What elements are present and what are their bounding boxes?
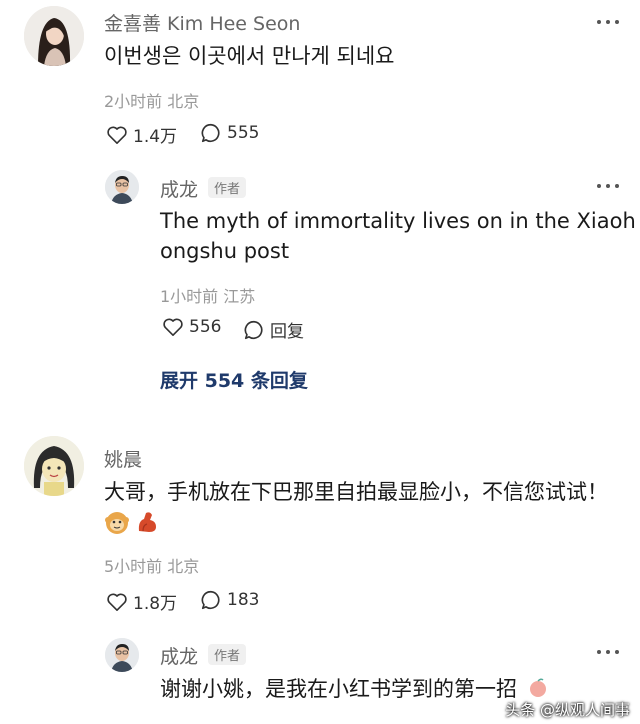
comment-bubble-icon: [201, 123, 220, 143]
reply-label: 回复: [270, 322, 304, 342]
comment-text: 大哥，手机放在下巴那里自拍最显脸小，不信您试试！: [104, 480, 608, 504]
reply-count: 183: [227, 590, 260, 610]
avatar-yao-chen[interactable]: [24, 436, 84, 496]
emoji-row: [104, 509, 160, 535]
reply-author-name[interactable]: 成龙 作者: [160, 175, 247, 202]
comment-bubble-icon: [201, 590, 220, 610]
watermark: 头条 @纵观人间事: [505, 701, 630, 719]
like-count: 556: [189, 317, 222, 337]
comment-bubble-icon: [244, 320, 263, 339]
expand-replies-link[interactable]: 展开 554 条回复: [160, 366, 308, 393]
comment-meta: 2小时前 北京: [104, 92, 200, 111]
author-badge: 作者: [208, 177, 247, 198]
like-button[interactable]: 1.4万: [106, 122, 177, 147]
reply-text: 谢谢小姚，是我在小红书学到的第一招: [160, 677, 517, 701]
reply-count-button[interactable]: 183: [200, 589, 259, 611]
more-dots-icon[interactable]: [597, 20, 619, 26]
comment-author-name[interactable]: 姚晨: [104, 445, 142, 472]
like-button[interactable]: 556: [162, 317, 221, 337]
author-badge: 作者: [208, 644, 247, 665]
reply-author-label: 成龙: [160, 646, 199, 668]
reply-button[interactable]: 回复: [243, 317, 304, 342]
comment-text: 이번생은 이곳에서 만나게 되네요: [104, 44, 395, 68]
like-count: 1.4万: [133, 127, 178, 147]
heart-icon: [163, 318, 183, 336]
reply-count: 555: [227, 123, 260, 143]
more-dots-icon[interactable]: [597, 650, 619, 656]
reply-count-button[interactable]: 555: [200, 122, 259, 144]
more-dots-icon[interactable]: [597, 184, 619, 190]
cartoon-girl-avatar-icon: [24, 436, 84, 496]
comment-author-name[interactable]: 金喜善 Kim Hee Seon: [104, 9, 300, 36]
reply-meta: 1小时前 江苏: [160, 287, 256, 306]
like-button[interactable]: 1.8万: [106, 589, 177, 614]
reply-text-line-2: ongshu post: [160, 239, 290, 263]
avatar-jackie-chan[interactable]: [105, 638, 139, 672]
heart-icon: [107, 126, 127, 144]
like-count: 1.8万: [133, 594, 178, 614]
avatar-jackie-chan[interactable]: [105, 170, 139, 204]
comment-meta: 5小时前 北京: [104, 557, 200, 576]
reply-text-line-1: The myth of immortality lives on in the …: [160, 209, 636, 233]
heart-icon: [107, 593, 127, 611]
man-portrait-avatar-icon: [105, 170, 139, 204]
man-portrait-avatar-icon: [105, 638, 139, 672]
woman-portrait-avatar-icon: [24, 6, 84, 66]
avatar-kim-hee-seon[interactable]: [24, 6, 84, 66]
reply-author-label: 成龙: [160, 179, 199, 201]
flexed-arm-emoji-icon: [138, 512, 156, 532]
monkey-emoji-icon: [105, 512, 129, 534]
reply-author-name[interactable]: 成龙 作者: [160, 642, 247, 669]
